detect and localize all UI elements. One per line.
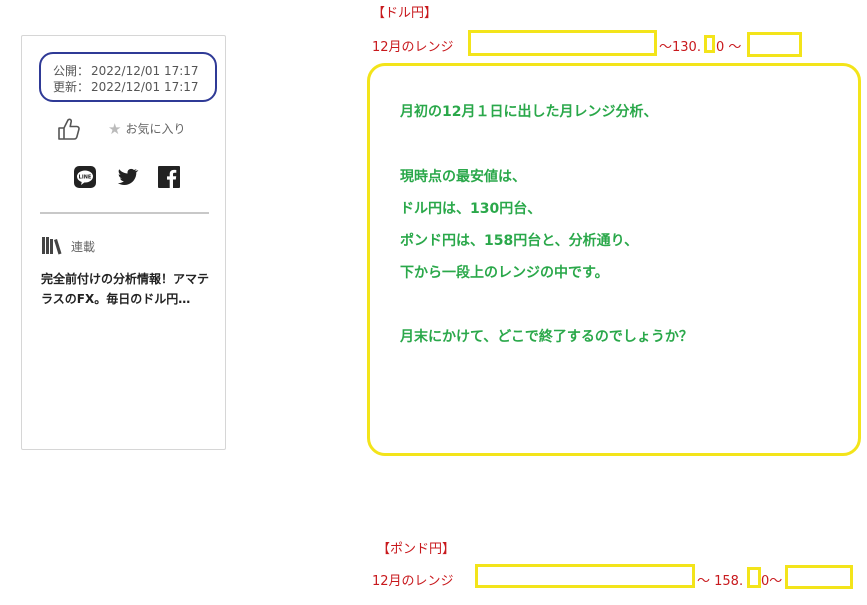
usdjpy-range-high-box [747, 32, 802, 57]
usdjpy-digit-box [704, 35, 715, 53]
gbpjpy-range-high-box [785, 565, 853, 589]
gbpjpy-digit-box [747, 567, 761, 588]
usdjpy-range-low-box [468, 30, 657, 56]
comment-line-4: ポンド円は、158円台と、分析通り、 [400, 233, 639, 249]
usdjpy-heading: 【ドル円】 [372, 6, 438, 21]
gbpjpy-range-mid2: 0～ [761, 574, 783, 589]
usdjpy-range-prefix: 12月のレンジ [372, 40, 454, 55]
gbpjpy-heading: 【ポンド円】 [377, 542, 456, 557]
comment-line-6: 月末にかけて、どこで終了するのでしょうか？ [400, 329, 693, 345]
gbpjpy-range-line: 12月のレンジ ～ 158. 0～ [372, 564, 862, 589]
comment-line-1: 月初の12月１日に出した月レンジ分析、 [400, 104, 658, 120]
usdjpy-range-line: 12月のレンジ ～130. 0 ～ [372, 30, 812, 57]
comment-line-3: ドル円は、130円台、 [400, 201, 542, 217]
gbpjpy-range-mid: ～ 158. [697, 574, 744, 589]
comment-line-2: 現時点の最安値は、 [400, 169, 526, 185]
usdjpy-range-mid2: 0 ～ [716, 40, 742, 55]
gbpjpy-range-prefix: 12月のレンジ [372, 574, 454, 589]
gbpjpy-range-low-box [475, 564, 695, 588]
article-body: 【ドル円】 12月のレンジ ～130. 0 ～ 月初の12月１日に出した月レンジ… [0, 0, 867, 605]
comment-line-5: 下から一段上のレンジの中です。 [400, 265, 609, 281]
usdjpy-range-mid: ～130. [659, 40, 701, 55]
comment-box: 月初の12月１日に出した月レンジ分析、 現時点の最安値は、 ドル円は、130円台… [367, 63, 861, 456]
